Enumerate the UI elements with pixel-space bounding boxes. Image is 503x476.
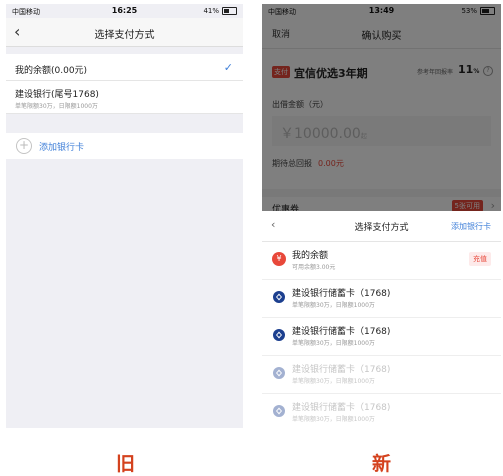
plus-icon: +: [16, 138, 32, 154]
battery-icon: [222, 7, 237, 15]
ccb-bank-icon: [273, 405, 285, 417]
option-balance[interactable]: ¥ 我的余额 可用余额3.00元 充值: [262, 242, 501, 280]
option-title: 建设银行储蓄卡（1768): [292, 327, 391, 337]
option-sub: 单笔限额30万，日限额1000万: [292, 416, 375, 423]
battery-percent: 41%: [203, 7, 219, 15]
option-bank-card[interactable]: 建设银行储蓄卡（1768) 单笔限额30万，日限额1000万: [262, 280, 501, 318]
payment-options: 我的余额(0.00元) ✓ 建设银行(尾号1768) 单笔限额30万，日限额10…: [6, 54, 243, 114]
option-title: 我的余额: [292, 251, 329, 261]
ccb-bank-icon: [273, 291, 285, 303]
option-title: 建设银行储蓄卡（1768): [292, 365, 391, 375]
add-bank-card-row[interactable]: + 添加银行卡: [6, 133, 243, 159]
option-title: 建设银行储蓄卡（1768): [292, 289, 391, 299]
option-sub: 可用余额3.00元: [292, 264, 336, 271]
option-sub: 单笔限额30万，日限额1000万: [292, 378, 375, 385]
option-title: 建设银行储蓄卡（1768): [292, 403, 391, 413]
old-label: 旧: [116, 453, 136, 475]
recharge-button[interactable]: 充值: [469, 252, 491, 266]
option-title: 我的余额(0.00元): [15, 66, 88, 76]
page-title: 选择支付方式: [94, 30, 155, 41]
checkmark-icon: ✓: [223, 61, 233, 74]
old-payment-screen: 中国移动 16:25 41% ‹ 选择支付方式 我的余额(0.00元) ✓ 建设…: [6, 4, 243, 428]
option-sub: 单笔限额30万，日限额1000万: [292, 302, 375, 309]
sheet-header: ‹ 选择支付方式 添加银行卡: [262, 211, 501, 242]
option-title: 建设银行(尾号1768): [15, 90, 99, 100]
option-bank-card[interactable]: 建设银行(尾号1768) 单笔限额30万，日限额1000万: [6, 81, 243, 114]
option-bank-card[interactable]: 建设银行储蓄卡（1768) 单笔限额30万，日限额1000万: [262, 318, 501, 356]
add-bank-card-button[interactable]: 添加银行卡: [451, 221, 491, 232]
ccb-bank-icon: [273, 367, 285, 379]
status-bar: 中国移动 16:25 41%: [6, 4, 243, 18]
nav-bar: ‹ 选择支付方式: [6, 18, 243, 47]
option-bank-card-disabled: 建设银行储蓄卡（1768) 单笔限额30万，日限额1000万: [262, 394, 501, 428]
new-label: 新: [372, 453, 392, 475]
option-limit: 单笔限额30万，日限额1000万: [15, 103, 98, 110]
add-bank-card-label: 添加银行卡: [39, 143, 85, 153]
modal-overlay[interactable]: [262, 4, 501, 211]
new-payment-screen: 中国移动 13:49 53% 取消 确认购买 支付 宜信优选3年期 参考年回报率…: [262, 4, 501, 428]
wallet-icon: ¥: [272, 252, 286, 266]
option-bank-card-disabled: 建设银行储蓄卡（1768) 单笔限额30万，日限额1000万: [262, 356, 501, 394]
payment-sheet: ‹ 选择支付方式 添加银行卡 ¥ 我的余额 可用余额3.00元 充值 建设银行储…: [262, 211, 501, 428]
option-balance[interactable]: 我的余额(0.00元) ✓: [6, 54, 243, 81]
option-sub: 单笔限额30万，日限额1000万: [292, 340, 375, 347]
ccb-bank-icon: [273, 329, 285, 341]
